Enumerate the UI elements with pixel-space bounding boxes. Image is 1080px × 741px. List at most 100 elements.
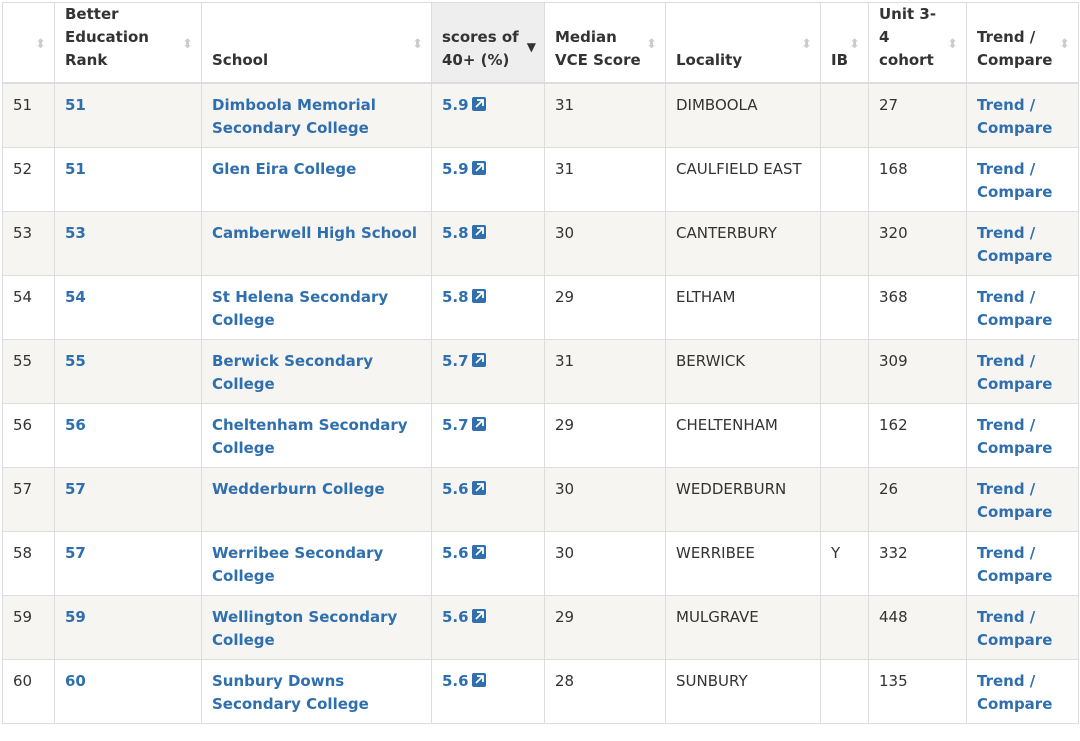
rank-link[interactable]: 53 (65, 224, 86, 242)
rank-link[interactable]: 56 (65, 416, 86, 434)
external-link-icon[interactable] (471, 608, 486, 623)
school-link[interactable]: Camberwell High School (212, 224, 417, 242)
rank-link[interactable]: 55 (65, 352, 86, 370)
rank-link[interactable]: 57 (65, 480, 86, 498)
column-header-locality[interactable]: Locality ⬍ (665, 2, 821, 84)
cohort-cell: 135 (868, 658, 967, 723)
score40-link[interactable]: 5.8 (442, 288, 469, 306)
school-link[interactable]: St Helena Secondary College (212, 288, 388, 329)
table-row: 56 56 Cheltenham Secondary College 5.7 29 CHE… (2, 402, 1079, 467)
median-vce-cell: 30 (544, 210, 666, 275)
score40-link[interactable]: 5.6 (442, 608, 469, 626)
cohort-cell: 332 (868, 530, 967, 595)
row-number-cell: 58 (2, 530, 55, 595)
rank-cell: 60 (54, 658, 202, 723)
column-header-label: scores of 40+ (%) (442, 28, 519, 69)
score40-link[interactable]: 5.7 (442, 416, 469, 434)
cohort-cell: 448 (868, 594, 967, 659)
ib-cell (820, 338, 869, 403)
locality-cell: CANTERBURY (665, 210, 821, 275)
trend-cell: Trend / Compare (966, 338, 1079, 403)
locality: CHELTENHAM (676, 415, 778, 434)
score40-cell: 5.6 (431, 466, 545, 531)
score40-link[interactable]: 5.6 (442, 480, 469, 498)
external-link-icon[interactable] (471, 544, 486, 559)
locality-cell: WEDDERBURN (665, 466, 821, 531)
external-link-icon[interactable] (471, 224, 486, 239)
column-header-score40[interactable]: scores of 40+ (%) ▼ (431, 2, 545, 84)
median-vce-cell: 30 (544, 530, 666, 595)
trend-compare-link[interactable]: Trend / Compare (977, 224, 1052, 265)
cohort-size: 448 (879, 607, 908, 626)
trend-compare-link[interactable]: Trend / Compare (977, 416, 1052, 457)
trend-compare-link[interactable]: Trend / Compare (977, 480, 1052, 521)
row-number: 53 (13, 223, 33, 242)
external-link-icon[interactable] (471, 288, 486, 303)
ib-cell (820, 274, 869, 339)
external-link-icon[interactable] (471, 416, 486, 431)
school-link[interactable]: Wedderburn College (212, 480, 385, 498)
row-number-cell: 55 (2, 338, 55, 403)
trend-compare-link[interactable]: Trend / Compare (977, 608, 1052, 649)
median-vce-cell: 30 (544, 466, 666, 531)
column-header-ib[interactable]: IB ⬍ (820, 2, 869, 84)
row-number-cell: 54 (2, 274, 55, 339)
sort-both-icon: ⬍ (1059, 37, 1070, 52)
external-link-icon[interactable] (471, 672, 486, 687)
column-header-median[interactable]: Median VCE Score ⬍ (544, 2, 666, 84)
rank-link[interactable]: 59 (65, 608, 86, 626)
score40-link[interactable]: 5.9 (442, 160, 469, 178)
external-link-icon[interactable] (471, 352, 486, 367)
trend-compare-link[interactable]: Trend / Compare (977, 544, 1052, 585)
median-vce-cell: 29 (544, 274, 666, 339)
column-header-row[interactable]: ⬍ (2, 2, 55, 84)
table-header-row: ⬍ Better Education Rank ⬍ School ⬍ scores of … (2, 2, 1079, 84)
score40-link[interactable]: 5.7 (442, 352, 469, 370)
school-link[interactable]: Berwick Secondary College (212, 352, 373, 393)
score40-link[interactable]: 5.9 (442, 96, 469, 114)
table-row: 53 53 Camberwell High School 5.8 30 CANTERBUR… (2, 210, 1079, 275)
locality: SUNBURY (676, 671, 748, 690)
locality: ELTHAM (676, 287, 736, 306)
trend-compare-link[interactable]: Trend / Compare (977, 352, 1052, 393)
column-header-school[interactable]: School ⬍ (201, 2, 432, 84)
external-link-icon[interactable] (471, 160, 486, 175)
column-header-trend[interactable]: Trend / Compare ⬍ (966, 2, 1079, 84)
rank-cell: 51 (54, 82, 202, 147)
median-vce-score: 29 (555, 607, 575, 626)
trend-compare-link[interactable]: Trend / Compare (977, 288, 1052, 329)
school-link[interactable]: Glen Eira College (212, 160, 356, 178)
school-link[interactable]: Wellington Secondary College (212, 608, 397, 649)
locality: CAULFIELD EAST (676, 159, 802, 178)
trend-compare-link[interactable]: Trend / Compare (977, 96, 1052, 137)
locality-cell: WERRIBEE (665, 530, 821, 595)
column-header-rank[interactable]: Better Education Rank ⬍ (54, 2, 202, 84)
rank-link[interactable]: 54 (65, 288, 86, 306)
score40-link[interactable]: 5.6 (442, 544, 469, 562)
rank-link[interactable]: 57 (65, 544, 86, 562)
trend-compare-link[interactable]: Trend / Compare (977, 672, 1052, 713)
rank-link[interactable]: 51 (65, 160, 86, 178)
row-number-cell: 53 (2, 210, 55, 275)
external-link-icon[interactable] (471, 480, 486, 495)
score40-link[interactable]: 5.6 (442, 672, 469, 690)
ib-cell (820, 402, 869, 467)
school-link[interactable]: Dimboola Memorial Secondary College (212, 96, 376, 137)
school-link[interactable]: Werribee Secondary College (212, 544, 383, 585)
cohort-cell: 162 (868, 402, 967, 467)
column-header-cohort[interactable]: Unit 3-4 cohort ⬍ (868, 2, 967, 84)
score40-link[interactable]: 5.8 (442, 224, 469, 242)
sort-both-icon: ⬍ (35, 37, 46, 52)
school-link[interactable]: Cheltenham Secondary College (212, 416, 408, 457)
cohort-size: 26 (879, 479, 899, 498)
rank-link[interactable]: 60 (65, 672, 86, 690)
score40-cell: 5.9 (431, 82, 545, 147)
trend-compare-link[interactable]: Trend / Compare (977, 160, 1052, 201)
school-rankings-table: ⬍ Better Education Rank ⬍ School ⬍ scores of … (2, 2, 1079, 724)
score40-cell: 5.6 (431, 658, 545, 723)
external-link-icon[interactable] (471, 97, 486, 111)
school-link[interactable]: Sunbury Downs Secondary College (212, 672, 369, 713)
ib-cell (820, 594, 869, 659)
median-vce-cell: 29 (544, 402, 666, 467)
rank-link[interactable]: 51 (65, 96, 86, 114)
